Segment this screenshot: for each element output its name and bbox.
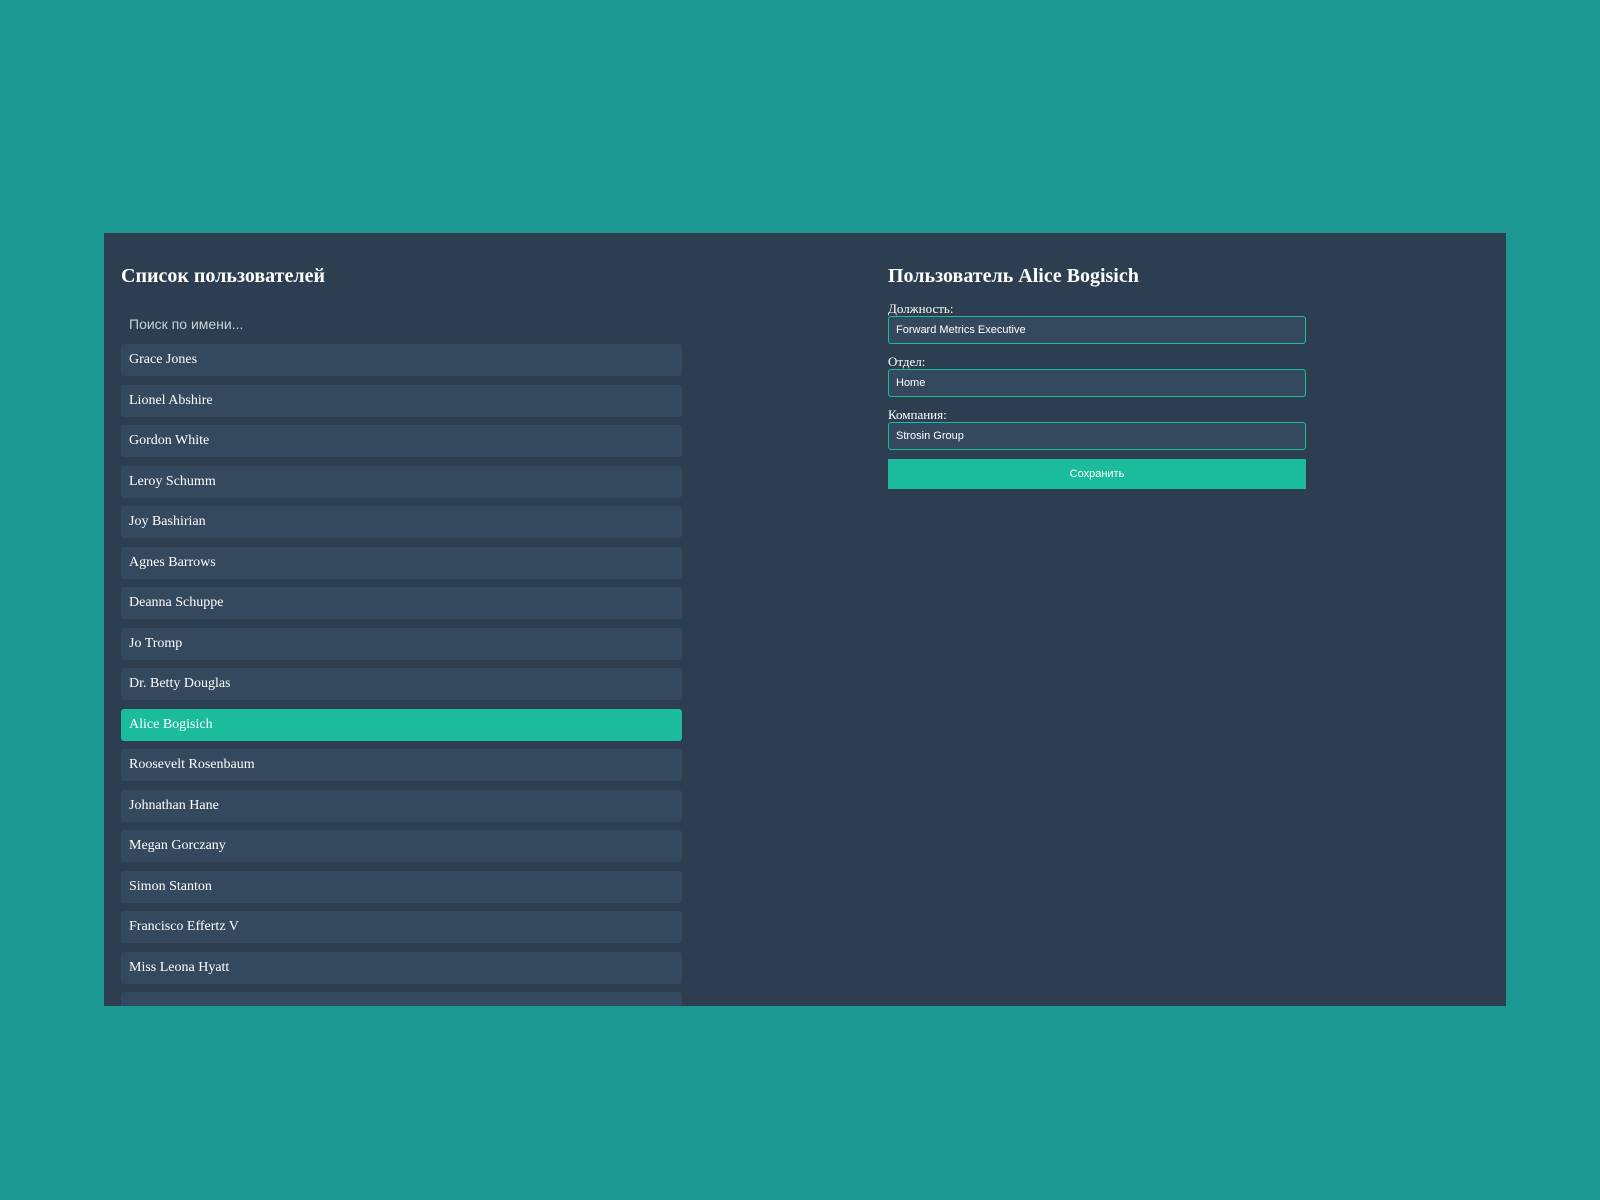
search-input[interactable]: [121, 308, 681, 340]
user-list-item[interactable]: Grace Jones: [121, 344, 682, 376]
user-list-item[interactable]: Roosevelt Rosenbaum: [121, 749, 682, 781]
user-list-item[interactable]: Lionel Abshire: [121, 384, 682, 417]
department-label: Отдел:: [888, 354, 926, 369]
user-list-panel: Список пользователей Grace Jones Lionel A…: [104, 233, 699, 1006]
user-list-item[interactable]: Dr. Betty Douglas: [121, 668, 682, 700]
company-field[interactable]: [888, 422, 1306, 450]
department-field[interactable]: [888, 369, 1306, 397]
user-list-item[interactable]: Johnathan Hane: [121, 789, 682, 822]
user-list-item[interactable]: Megan Gorczany: [121, 830, 682, 862]
user-list-item[interactable]: Gordon White: [121, 425, 682, 457]
position-label: Должность:: [888, 301, 954, 316]
save-button[interactable]: Сохранить: [888, 459, 1306, 489]
user-editor-form: Пользователь Alice Bogisich Должность: О…: [888, 233, 1306, 489]
editor-title: Пользователь Alice Bogisich: [888, 265, 1139, 287]
app-window: Список пользователей Grace Jones Lionel A…: [104, 233, 1506, 1006]
user-list-item[interactable]: Francisco Effertz V: [121, 911, 682, 943]
user-list-item[interactable]: Alice Bogisich: [121, 708, 682, 741]
company-label: Компания:: [888, 407, 947, 422]
user-list-item[interactable]: Miss Leona Hyatt: [121, 951, 682, 984]
user-list-title: Список пользователей: [121, 265, 325, 287]
user-list-item[interactable]: Jo Tromp: [121, 627, 682, 660]
user-list-item[interactable]: Joy Bashirian: [121, 506, 682, 538]
user-list-item[interactable]: Agnes Barrows: [121, 546, 682, 579]
position-field[interactable]: [888, 316, 1306, 344]
user-list-item-partial[interactable]: [121, 992, 682, 1006]
user-list-item[interactable]: Simon Stanton: [121, 870, 682, 903]
user-editor-panel: Пользователь Alice Bogisich Должность: О…: [699, 233, 1506, 1006]
user-list-item[interactable]: Deanna Schuppe: [121, 587, 682, 619]
user-list-item[interactable]: Leroy Schumm: [121, 465, 682, 498]
user-list: Grace Jones Lionel Abshire Gordon White Ler…: [121, 344, 682, 1006]
